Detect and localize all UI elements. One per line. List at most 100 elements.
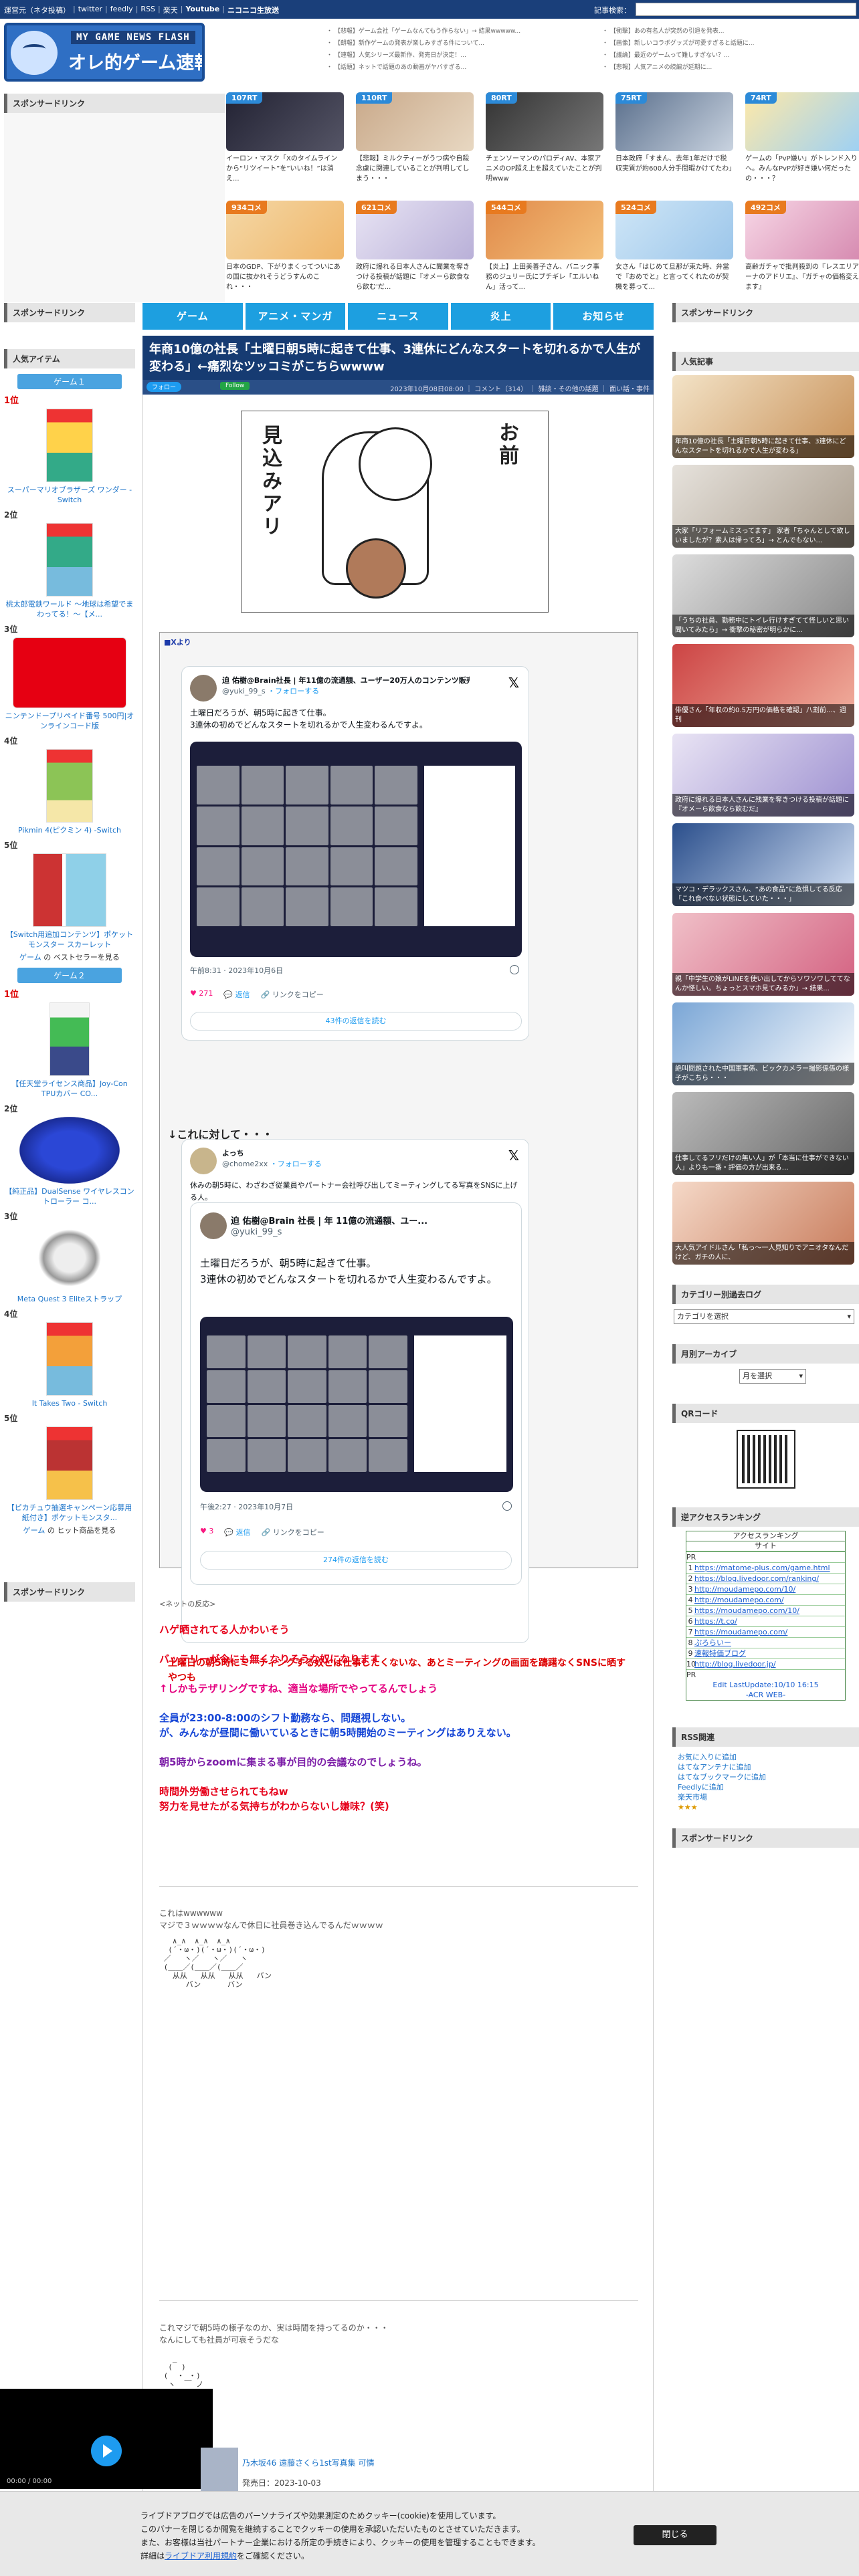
feed-item[interactable]: 492コメ 高齢ガチャで批判殺到の『レスエリアーナのアドリエ』、『ガチャの価格変… [745, 201, 859, 294]
info-icon[interactable] [510, 965, 519, 974]
feed-item[interactable]: 80RT チェンソーマンのパロディAV、本家アニメのOP超え上を超えていたことが… [486, 92, 603, 186]
rank-url[interactable]: https://blog.livedoor.com/ranking/ [694, 1574, 845, 1584]
quoted-author-name[interactable]: 迫 佑樹@Brain 社長 | 年 11億の流通額、ユー... [231, 1214, 458, 1226]
product-image[interactable] [46, 1426, 93, 1500]
popular-article[interactable]: 大人気アイドルさん「私っ〜一人見知りでアニオタなんだけど、ガチの人に、 [672, 1182, 854, 1265]
popular-article[interactable]: 絶叫問題された中国軍事係、ビックカメラー撮影係係の様子がこちら・・・ [672, 1002, 854, 1085]
rss-link[interactable]: はてなブックマークに追加 [678, 1772, 859, 1782]
terms-link[interactable]: ライブドア利用規約 [165, 2551, 237, 2561]
product-link[interactable]: スーパーマリオブラザーズ ワンダー -Switch [4, 485, 135, 505]
bestseller-link[interactable]: ゲーム の ベストセラーを見る [4, 952, 135, 962]
popular-article[interactable]: 仕事してるフリだけの無い人」が「本当に仕事ができない人」よりも一番・評価の方が出… [672, 1092, 854, 1175]
floating-video-player[interactable]: 00:00 / 00:00 [0, 2389, 213, 2489]
popular-article[interactable]: 年商10億の社長「土曜日朝5時に起きて仕事、3連休にどんなスタートを切れるかで人… [672, 375, 854, 458]
best-link-category[interactable]: ゲーム [19, 953, 41, 962]
rank-url[interactable]: https://matome-plus.com/game.html [694, 1563, 845, 1573]
top-link-twitter[interactable]: twitter [78, 5, 102, 15]
month-select[interactable]: 月を選択 [739, 1369, 806, 1384]
tab-game2[interactable]: ゲーム２ [17, 968, 122, 983]
x-logo-icon[interactable]: 𝕏 [508, 675, 519, 691]
feed-item[interactable]: 524コメ 女さん「はじめて旦那が束た時、弁當で『おめでと』と言ってくれたのが契… [615, 201, 733, 294]
nav-anime-manga[interactable]: アニメ・マンガ [245, 303, 346, 330]
product-link[interactable]: It Takes Two - Switch [4, 1398, 135, 1408]
ranking-updated[interactable]: Edit LastUpdate:10/10 16:15 [686, 1680, 845, 1690]
rank-url[interactable]: https://moudamepo.com/10/ [694, 1606, 845, 1616]
feedly-follow-button[interactable]: Follow [220, 382, 250, 390]
close-button[interactable]: 閉じる [634, 2525, 717, 2545]
avatar[interactable] [200, 1212, 227, 1239]
nav-info[interactable]: お知らせ [553, 303, 654, 330]
popular-article[interactable]: 「うちの社員、勤務中にトイレ行けすぎてて怪しいと思い聞いてみたら」→ 衝撃の秘密… [672, 554, 854, 637]
feed-item[interactable]: 621コメ 政府に爆れる日本人さんに聞業を奪きつける投稿が話題に『オメーら飲食な… [356, 201, 474, 294]
x-logo-icon[interactable]: 𝕏 [508, 1148, 519, 1164]
heart-icon[interactable]: ♥ 271 [190, 989, 213, 1000]
product-link[interactable]: Pikmin 4(ピクミン 4) -Switch [4, 825, 135, 835]
popular-article[interactable]: 大家「リフォームミスってます」 家者「ちゃんとして欲しいましたが？素人は帰ってろ… [672, 465, 854, 548]
product-link[interactable]: Meta Quest 3 Eliteストラップ [4, 1294, 135, 1304]
product-image[interactable] [33, 853, 106, 927]
feed-item[interactable]: 544コメ 【炎上】上田美善子さん、バニック事務のジュリー氏にブチギレ「エルいね… [486, 201, 603, 294]
top-link-rakuten[interactable]: 楽天 [163, 5, 178, 15]
header-link[interactable]: ・ 【朗報】新作ゲームの発表が楽しみすぎる件について... [326, 37, 527, 49]
product-link[interactable]: 【純正品】DualSense ワイヤレスコントローラー コ... [4, 1186, 135, 1206]
header-link[interactable]: ・ 【悲報】人気アニメの続編が延期に... [602, 62, 803, 74]
quoted-handle[interactable]: @yuki_99_s [231, 1227, 282, 1237]
header-link[interactable]: ・ 【速報】人気シリーズ最新作、発売日が決定！... [326, 49, 527, 62]
header-link[interactable]: ・ 【話題】ネットで話題のあの動画がヤバすぎる... [326, 62, 527, 74]
search-input[interactable] [636, 3, 856, 16]
top-link-submit[interactable]: 運営元（ネタ投稿） [4, 5, 70, 15]
ranking-row[interactable]: 2 https://blog.livedoor.com/ranking/ [686, 1573, 845, 1584]
ranking-row[interactable]: 9 速報特価ブログ [686, 1648, 845, 1658]
tweet-timestamp[interactable]: 午後2:27 · 2023年10月7日 [200, 1501, 293, 1512]
ranking-row[interactable]: 8 ぷろらいー [686, 1637, 845, 1648]
ranking-row[interactable]: 4 http://moudamepo.com/ [686, 1594, 845, 1605]
rss-link[interactable]: はてなアンテナに追加 [678, 1762, 859, 1772]
hot-items-link[interactable]: ゲーム の ヒット商品を見る [4, 1525, 135, 1535]
tweet-media-screenshot[interactable] [190, 742, 522, 957]
product-image[interactable] [46, 523, 93, 597]
ranking-row[interactable]: 6 https://t.co/ [686, 1616, 845, 1626]
category-select[interactable]: カテゴリを選択 [674, 1309, 854, 1324]
header-link[interactable]: ・ 【衝撃】あの有名人が突然の引退を発表... [602, 25, 803, 37]
link-icon[interactable]: 🔗 リンクをコピー [262, 1527, 324, 1537]
header-link[interactable]: ・ 【議論】最近のゲームって難しすぎない？... [602, 49, 803, 62]
popular-article[interactable]: 俳優さん「年収の約0.5万円の価格を確認」八割前…、週刊 [672, 644, 854, 727]
rank-url[interactable]: https://t.co/ [694, 1616, 845, 1626]
product-image[interactable] [46, 1322, 93, 1396]
embedded-tweet[interactable]: 迫 佑樹@Brain社長 | 年11億の流通額、ユーザー20万人のコンテンツ販売… [181, 666, 529, 1041]
handle[interactable]: @chome2xx [222, 1160, 268, 1168]
rank-url[interactable]: http://moudamepo.com/ [694, 1595, 845, 1605]
top-link-niconico[interactable]: ニコニコ生放送 [227, 5, 279, 15]
site-logo[interactable]: MY GAME NEWS FLASH オレ的ゲーム速報@JIN [4, 23, 205, 82]
product-image[interactable] [33, 1224, 106, 1291]
product-link[interactable]: 【ピカチュウ抽選キャンペーン応募用紙付き】ポケットモンスタ... [4, 1503, 135, 1523]
best-link-category[interactable]: ゲーム [23, 1526, 45, 1535]
product-link[interactable]: 【Switch用追加コンテンツ】ポケットモンスター スカーレット [4, 930, 135, 950]
link-icon[interactable]: 🔗 リンクをコピー [261, 989, 324, 1000]
book-title[interactable]: 乃木坂46 遠藤さくら1st写真集 可憐 [242, 2457, 375, 2468]
rss-link[interactable]: お気に入りに追加 [678, 1752, 859, 1762]
tweet-author-name[interactable]: よっち [222, 1148, 470, 1158]
handle[interactable]: @yuki_99_s [222, 687, 266, 695]
ranking-row[interactable]: 5 https://moudamepo.com/10/ [686, 1605, 845, 1616]
feed-item[interactable]: 110RT 【悲報】ミルクティーがうつ病や自殺念慮に関連していることが判明してし… [356, 92, 474, 186]
quoted-media-screenshot[interactable] [200, 1317, 513, 1492]
feed-item[interactable]: 74RT ゲームの「PvP嫌い」がトレンド入りへ。みんなPvPが好き嫌い何だった… [745, 92, 859, 186]
tweet-author-name[interactable]: 迫 佑樹@Brain社長 | 年11億の流通額、ユーザー20万人のコンテンツ販売… [222, 675, 470, 685]
feed-item[interactable]: 75RT 日本政府「すまん、去年1年だけで税収実質が約600人分手間暇かけてたわ… [615, 92, 733, 186]
x-follow-button[interactable]: フォロー [147, 382, 182, 392]
product-image[interactable] [13, 637, 126, 708]
heart-icon[interactable]: ♥ 3 [200, 1527, 213, 1537]
article-title[interactable]: 年商10億の社長「土曜日朝5時に起きて仕事、3連休にどんなスタートを切れるかで人… [142, 336, 654, 380]
top-link-rss[interactable]: RSS [140, 5, 155, 15]
tweet-timestamp[interactable]: 午前8:31 · 2023年10月6日 [190, 965, 283, 976]
avatar[interactable] [190, 1148, 217, 1174]
tab-game1[interactable]: ゲーム１ [17, 374, 122, 389]
ranking-row[interactable]: 3 http://moudamepo.com/10/ [686, 1584, 845, 1594]
ranking-provider[interactable]: -ACR WEB- [686, 1690, 845, 1700]
header-link[interactable]: ・ 【悲報】ゲーム会社「ゲームなんてもう作らない」→ 結果wwwww... [326, 25, 527, 37]
read-replies-button[interactable]: 274件の返信を読む [200, 1551, 512, 1570]
ranking-row[interactable]: 10 http://blog.livedoor.jp/ [686, 1658, 845, 1669]
nav-game[interactable]: ゲーム [142, 303, 243, 330]
follow-link[interactable]: ・フォローする [270, 1160, 322, 1168]
